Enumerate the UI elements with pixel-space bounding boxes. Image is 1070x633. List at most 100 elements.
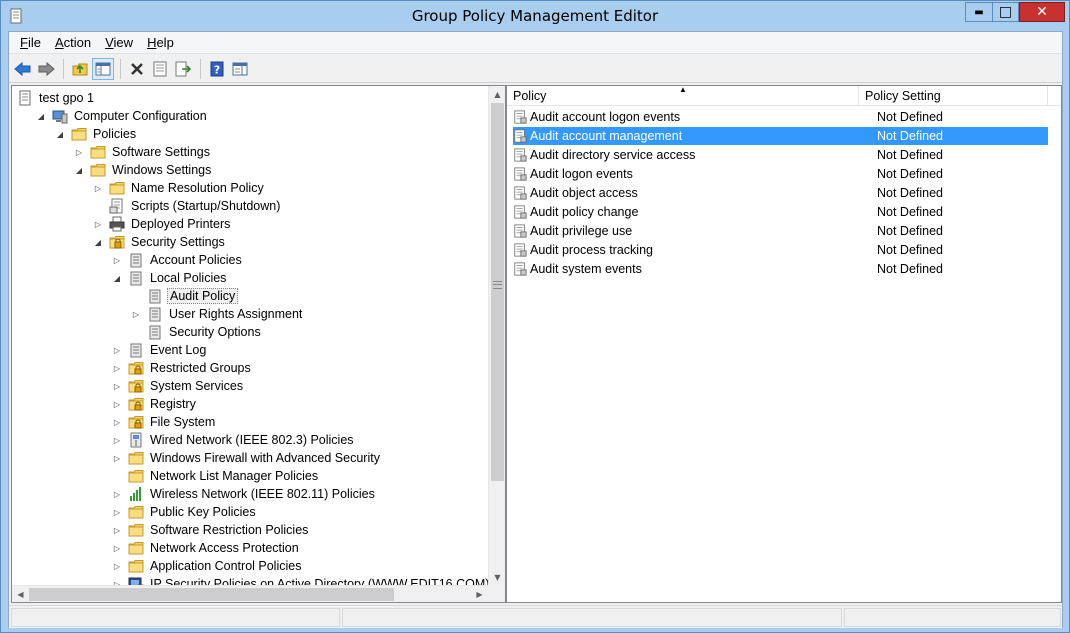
toolbar: ? <box>9 55 1062 83</box>
tree-item[interactable]: ▷ Registry <box>112 395 198 413</box>
menu-file[interactable]: File <box>13 35 48 50</box>
export-list-button[interactable] <box>172 58 194 80</box>
tree-item[interactable]: ▷ Network Access Protection <box>112 539 301 557</box>
tree-item[interactable]: test gpo 1 <box>17 89 96 107</box>
horizontal-scroll-thumb[interactable] <box>29 588 394 601</box>
tree-vertical-scrollbar[interactable]: ▲ ▼ <box>488 86 505 586</box>
tree-item[interactable]: ◢ Policies <box>55 125 138 143</box>
scroll-left-arrow-icon[interactable]: ◀ <box>12 586 29 603</box>
tree-expand-icon[interactable]: ▷ <box>74 147 84 157</box>
show-hide-tree-button[interactable] <box>92 57 114 80</box>
policy-row[interactable]: Audit object access Not Defined <box>513 184 1048 202</box>
tree-expand-icon[interactable]: ▷ <box>112 543 122 553</box>
forward-button[interactable] <box>35 58 57 80</box>
menu-help[interactable]: Help <box>140 35 181 50</box>
policy-row[interactable]: Audit process tracking Not Defined <box>513 241 1048 259</box>
tree-expand-icon[interactable]: ▷ <box>131 309 141 319</box>
policy-row[interactable]: Audit privilege use Not Defined <box>513 222 1048 240</box>
delete-button[interactable] <box>126 58 148 80</box>
policy-row[interactable]: Audit policy change Not Defined <box>513 203 1048 221</box>
policy-row[interactable]: Audit account management Not Defined <box>513 127 1048 145</box>
tree-item[interactable]: ▷ File System <box>112 413 217 431</box>
audit-policy-icon <box>514 243 527 257</box>
policy-row[interactable]: Audit system events Not Defined <box>513 260 1048 278</box>
tree-collapse-icon[interactable]: ◢ <box>93 237 103 247</box>
tree-expand-icon[interactable]: ▷ <box>112 453 122 463</box>
policy-book-icon <box>149 289 161 304</box>
tree-item[interactable]: ▷ Public Key Policies <box>112 503 258 521</box>
tree-collapse-icon[interactable]: ◢ <box>112 273 122 283</box>
tree-item[interactable]: ▷ Deployed Printers <box>93 215 232 233</box>
tree-item[interactable]: ▷ Software Restriction Policies <box>112 521 310 539</box>
maximize-button[interactable]: □ <box>992 2 1019 22</box>
policy-setting: Not Defined <box>877 205 944 219</box>
tree-expand-icon[interactable]: ▷ <box>112 561 122 571</box>
tree-collapse-icon[interactable]: ◢ <box>55 129 65 139</box>
policy-setting: Not Defined <box>877 167 944 181</box>
tree-item[interactable]: Network List Manager Policies <box>112 467 320 485</box>
properties-button[interactable] <box>149 58 171 80</box>
show-hide-action-pane-button[interactable] <box>229 58 251 80</box>
scroll-up-arrow-icon[interactable]: ▲ <box>489 86 506 103</box>
policy-book-icon <box>149 325 161 340</box>
up-folder-icon <box>72 63 88 75</box>
tree-expand-icon[interactable]: ▷ <box>93 219 103 229</box>
tree-expand-icon[interactable]: ▷ <box>112 255 122 265</box>
tree-expand-icon[interactable]: ▷ <box>112 507 122 517</box>
tree-expand-icon[interactable]: ▷ <box>112 489 122 499</box>
tree-expand-icon[interactable]: ▷ <box>112 525 122 535</box>
tree-expand-icon[interactable]: ▷ <box>93 183 103 193</box>
tree-expand-icon[interactable]: ▷ <box>112 363 122 373</box>
printer-icon <box>109 216 125 232</box>
tree-expand-icon[interactable]: ▷ <box>112 435 122 445</box>
up-one-level-button[interactable] <box>69 58 91 80</box>
tree-item[interactable]: Scripts (Startup/Shutdown) <box>93 197 282 215</box>
tree-expand-icon[interactable]: ▷ <box>112 381 122 391</box>
tree-horizontal-scrollbar[interactable]: ◀ ▶ <box>12 585 488 602</box>
tree-item-label: Restricted Groups <box>150 361 251 375</box>
tree-item-label: File System <box>150 415 216 429</box>
policy-row[interactable]: Audit account logon events Not Defined <box>513 108 1048 126</box>
tree-item[interactable]: ◢ Computer Configuration <box>36 107 209 125</box>
close-button[interactable]: ✕ <box>1019 2 1065 22</box>
tree-item[interactable]: ▷ Software Settings <box>74 143 212 161</box>
scroll-down-arrow-icon[interactable]: ▼ <box>489 569 506 586</box>
tree-item[interactable]: ▷ Windows Firewall with Advanced Security <box>112 449 382 467</box>
tree-expand-icon[interactable]: ▷ <box>112 399 122 409</box>
audit-policy-icon <box>514 110 527 124</box>
tree-item[interactable]: ▷ Application Control Policies <box>112 557 303 575</box>
tree-collapse-icon[interactable]: ◢ <box>74 165 84 175</box>
tree-item[interactable]: ▷ Account Policies <box>112 251 244 269</box>
tree-item[interactable]: ▷ Event Log <box>112 341 208 359</box>
tree-item[interactable]: ◢ Windows Settings <box>74 161 213 179</box>
tree-item[interactable]: Security Options <box>131 323 263 341</box>
vertical-scroll-thumb[interactable] <box>491 103 504 481</box>
column-header-policy-setting[interactable]: Policy Setting <box>859 86 1048 106</box>
tree-item[interactable]: Audit Policy <box>131 287 239 305</box>
tree-item[interactable]: ▷ Wireless Network (IEEE 802.11) Policies <box>112 485 377 503</box>
tree-item[interactable]: ◢ Local Policies <box>112 269 228 287</box>
minimize-button[interactable]: ▬ <box>965 2 992 22</box>
scroll-right-arrow-icon[interactable]: ▶ <box>471 586 488 603</box>
security-icon <box>109 236 125 249</box>
policy-name: Audit directory service access <box>530 148 696 162</box>
tree-item-label: Public Key Policies <box>150 505 256 519</box>
help-button[interactable]: ? <box>206 58 228 80</box>
tree-expand-icon[interactable]: ▷ <box>112 345 122 355</box>
tree-item[interactable]: ▷ Restricted Groups <box>112 359 253 377</box>
tree-item[interactable]: ▷ Wired Network (IEEE 802.3) Policies <box>112 431 356 449</box>
tree-item[interactable]: ▷ User Rights Assignment <box>131 305 304 323</box>
back-button[interactable] <box>12 58 34 80</box>
tree-collapse-icon[interactable]: ◢ <box>36 111 46 121</box>
title-bar[interactable]: Group Policy Management Editor ▬ □ ✕ <box>1 1 1069 31</box>
tree-item-label: Deployed Printers <box>131 217 231 231</box>
policy-row[interactable]: Audit logon events Not Defined <box>513 165 1048 183</box>
policy-row[interactable]: Audit directory service access Not Define… <box>513 146 1048 164</box>
menu-action[interactable]: Action <box>48 35 98 50</box>
tree-item[interactable]: ▷ System Services <box>112 377 245 395</box>
tree-item[interactable]: ▷ Name Resolution Policy <box>93 179 266 197</box>
tree-expand-icon[interactable]: ▷ <box>112 417 122 427</box>
tree-item[interactable]: ◢ Security Settings <box>93 233 227 251</box>
column-header-policy[interactable]: Policy ▲ <box>507 85 859 106</box>
menu-view[interactable]: View <box>98 35 140 50</box>
